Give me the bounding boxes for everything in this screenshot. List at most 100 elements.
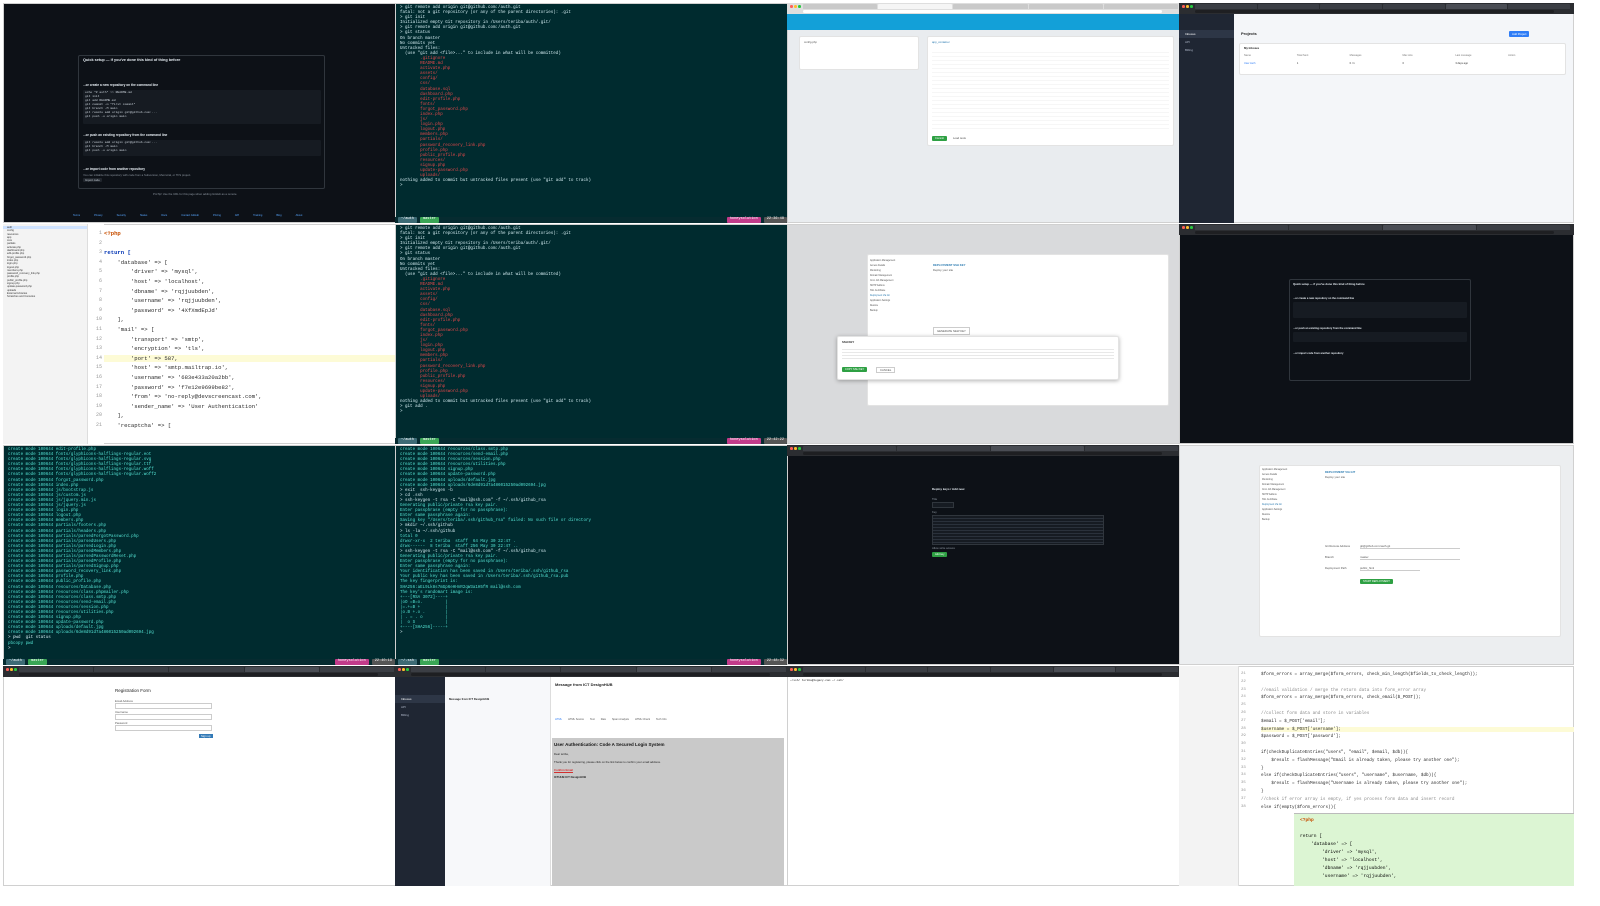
branch-input[interactable]: master bbox=[1360, 555, 1460, 560]
terminal-prompt: ~/ssh/ teriba@legacy.com ~/.ssh/ bbox=[790, 679, 844, 682]
code-line: 'host' => 'localhost', bbox=[104, 278, 205, 285]
nav-api[interactable]: API bbox=[1179, 38, 1234, 46]
import-heading: ...or import code from another repositor… bbox=[1293, 352, 1344, 355]
line-number: 9 bbox=[98, 306, 102, 313]
message-tab[interactable]: HTML Check bbox=[635, 718, 650, 721]
preview-line: <?php bbox=[1300, 818, 1314, 823]
nav-inboxes[interactable]: Inboxes bbox=[395, 695, 445, 703]
start-deployment-button[interactable]: START DEPLOYMENT bbox=[1360, 579, 1393, 584]
code-panel-title: app_container bbox=[932, 40, 950, 44]
nav-billing[interactable]: Billing bbox=[1179, 46, 1234, 54]
footer-link[interactable]: Pricing bbox=[213, 214, 221, 217]
table-column-header: Name bbox=[1244, 54, 1251, 57]
terminal-status-bar: ~/auth master honeysolution 22:40:19 bbox=[3, 659, 398, 665]
message-tab[interactable]: Spam Analysis bbox=[612, 718, 629, 721]
table-column-header: Max size bbox=[1402, 54, 1413, 57]
tile-php-config-editor: auth config resources app core partials activa… bbox=[3, 224, 398, 444]
footer-link[interactable]: About bbox=[296, 214, 303, 217]
allow-write-checkbox[interactable]: Allow write access bbox=[932, 546, 955, 550]
terminal-output: create mode 100644 resources/class.smtp.… bbox=[400, 448, 785, 636]
footer-link[interactable]: Blog bbox=[276, 214, 281, 217]
new-repo-code[interactable] bbox=[1293, 302, 1467, 318]
side-nav-item[interactable]: Backup bbox=[1262, 518, 1317, 523]
tile-deployment-ssh-key: Application Management Access Details Moni… bbox=[787, 224, 1182, 444]
status-branch: master bbox=[419, 659, 439, 665]
push-code[interactable] bbox=[1293, 332, 1467, 342]
footer-link[interactable]: Docs bbox=[161, 214, 167, 217]
status-time: 22:40:19 bbox=[371, 659, 395, 665]
table-column-header: Last message bbox=[1455, 54, 1472, 57]
terminal-line: > bbox=[400, 631, 406, 636]
add-project-button[interactable]: Add Project bbox=[1509, 31, 1530, 37]
footer-link[interactable]: API bbox=[235, 214, 239, 217]
source-code[interactable]: <?php return [ 'database' => [ 'driver' =… bbox=[104, 224, 398, 444]
line-number: 1 bbox=[98, 230, 102, 236]
new-repo-code[interactable]: echo "# auth" >> README.md git init git … bbox=[83, 90, 321, 124]
load-tests-button[interactable]: Load tests bbox=[953, 136, 966, 140]
key-label: Key bbox=[932, 510, 937, 514]
footer-link[interactable]: Terms bbox=[73, 214, 80, 217]
message-tab[interactable]: Raw bbox=[601, 718, 606, 721]
signup-button[interactable]: Sign up bbox=[199, 734, 213, 738]
line-number: 10 bbox=[95, 316, 102, 323]
line-number: 6 bbox=[98, 278, 102, 284]
ssh-key-text bbox=[842, 347, 1114, 361]
line-number: 30 bbox=[1241, 742, 1246, 747]
code-line: } bbox=[1261, 765, 1264, 771]
preview-line: 'host' => 'localhost', bbox=[1300, 858, 1383, 863]
projects-title: Projects bbox=[1241, 31, 1257, 36]
code-line: $result = flashMessage("Username is alre… bbox=[1261, 781, 1468, 787]
generate-key-button[interactable]: GENERATE NEW KEY bbox=[933, 327, 970, 335]
deployment-path-input[interactable]: public_html bbox=[1360, 566, 1420, 571]
tree-item[interactable]: Scratches and Consoles bbox=[3, 295, 87, 298]
ssh-key-modal: SSH KEY COPY SSH KEY CANCEL bbox=[837, 336, 1119, 380]
footer-link[interactable]: Privacy bbox=[94, 214, 103, 217]
password-input[interactable] bbox=[115, 725, 212, 731]
table-row[interactable]: User Auth 1 0 / 1 0 3 days ago bbox=[1244, 62, 1561, 65]
message-tab[interactable]: HTML bbox=[555, 718, 562, 721]
username-input[interactable] bbox=[115, 714, 212, 720]
import-code-button[interactable]: Import code bbox=[83, 178, 102, 182]
message-tab[interactable]: Tech Info bbox=[656, 718, 667, 721]
commit-button[interactable]: Commit bbox=[932, 136, 947, 141]
key-textarea[interactable] bbox=[932, 515, 1104, 545]
code-panel: app_container Commit Load tests bbox=[927, 36, 1174, 146]
preview-line: 'username' => 'rqjjuubden', bbox=[1300, 874, 1397, 879]
code-line: $username = $_POST['username']; bbox=[1261, 726, 1574, 732]
settings-sidebar bbox=[887, 487, 917, 577]
nav-billing[interactable]: Billing bbox=[395, 711, 445, 719]
line-number: 27 bbox=[1241, 718, 1246, 723]
preview-line: 'dbname' => 'rqjjuubden', bbox=[1300, 866, 1391, 871]
message-list-item[interactable]: Message from ICT DesignHUB bbox=[449, 697, 489, 701]
title-input[interactable] bbox=[932, 502, 954, 508]
line-number: 18 bbox=[95, 393, 102, 400]
footer-link[interactable]: Training bbox=[253, 214, 262, 217]
tile-github-quick-setup: Quick setup — if you've done this kind o… bbox=[3, 3, 398, 223]
copy-ssh-key-button[interactable]: COPY SSH KEY bbox=[842, 367, 868, 372]
add-key-button[interactable]: Add key bbox=[932, 552, 948, 557]
line-number: 22 bbox=[1241, 679, 1246, 684]
table-cell[interactable]: User Auth bbox=[1244, 62, 1297, 65]
tile-terminal-git-add: > git remote add origin git@github.com:/… bbox=[395, 224, 790, 444]
message-tab[interactable]: HTML Source bbox=[568, 718, 584, 721]
git-remote-input[interactable]: git@github.com:/auth.git bbox=[1360, 544, 1460, 549]
footer-link[interactable]: Status bbox=[140, 214, 147, 217]
side-nav-item[interactable]: Backup bbox=[870, 309, 920, 314]
message-tab[interactable]: Text bbox=[590, 718, 595, 721]
nav-api[interactable]: API bbox=[395, 703, 445, 711]
footer-link[interactable]: Security bbox=[117, 214, 126, 217]
nav-inboxes[interactable]: Inboxes bbox=[1179, 30, 1234, 38]
cancel-button[interactable]: CANCEL bbox=[876, 367, 896, 373]
code-line: 'host' => 'smtp.mailtrap.io', bbox=[104, 364, 229, 372]
push-code[interactable]: git remote add origin git@github.com:...… bbox=[83, 140, 321, 156]
line-number: 3 bbox=[98, 249, 102, 256]
confirm-email-link[interactable]: Confirm Email bbox=[554, 768, 573, 772]
deployment-title: DEPLOYMENT VIA GIT bbox=[1325, 470, 1356, 474]
email-input[interactable] bbox=[115, 703, 212, 709]
import-text: You can initialize this repository with … bbox=[83, 173, 192, 177]
footer-link[interactable]: Contact GitHub bbox=[181, 214, 199, 217]
line-number: 21 bbox=[95, 422, 102, 428]
file-preview-popup: <?php return [ 'database' => [ 'driver' =… bbox=[1294, 813, 1574, 886]
message-title: Message from ICT DesignHUB bbox=[555, 682, 613, 687]
email-preview: User Authentication: Code A Secured Logi… bbox=[552, 738, 784, 886]
